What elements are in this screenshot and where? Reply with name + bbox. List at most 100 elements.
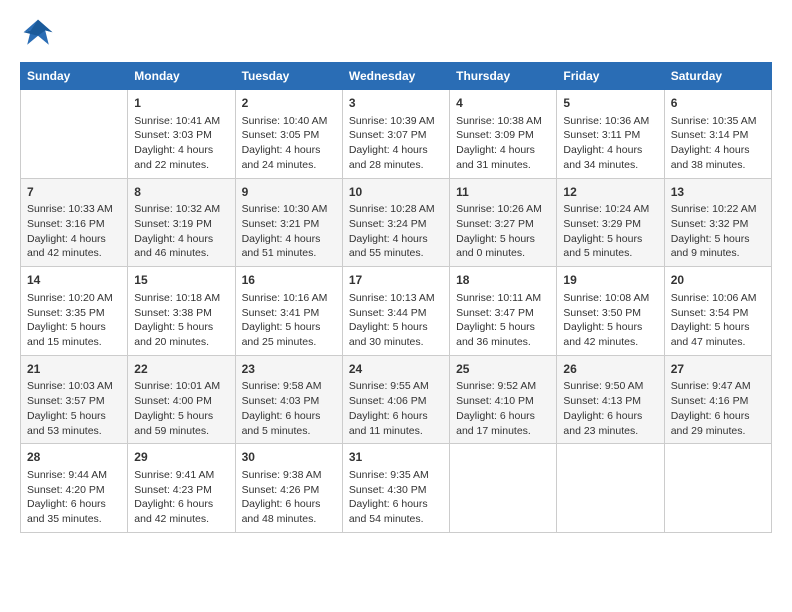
calendar-body: 1 Sunrise: 10:41 AMSunset: 3:03 PMDayligh… [21, 90, 772, 533]
day-number: 24 [349, 361, 443, 378]
calendar-cell: 28 Sunrise: 9:44 AMSunset: 4:20 PMDayligh… [21, 444, 128, 533]
day-info: Sunrise: 9:41 AMSunset: 4:23 PMDaylight:… [134, 468, 228, 527]
calendar-cell: 2 Sunrise: 10:40 AMSunset: 3:05 PMDayligh… [235, 90, 342, 179]
calendar-cell: 16Sunrise: 10:16 AMSunset: 3:41 PMDaylig… [235, 267, 342, 356]
day-info: Sunrise: 10:16 AMSunset: 3:41 PMDaylight… [242, 291, 336, 350]
calendar-cell: 24Sunrise: 9:55 AMSunset: 4:06 PMDayligh… [342, 355, 449, 444]
calendar-cell: 31 Sunrise: 9:35 AMSunset: 4:30 PMDayligh… [342, 444, 449, 533]
weekday-header-row: SundayMondayTuesdayWednesdayThursdayFrid… [21, 63, 772, 90]
day-number: 3 [349, 95, 443, 112]
calendar-cell: 18 Sunrise: 10:11 AMSunset: 3:47 PMDaylig… [450, 267, 557, 356]
day-info: Sunrise: 9:35 AMSunset: 4:30 PMDaylight:… [349, 468, 443, 527]
calendar-cell: 13Sunrise: 10:22 AMSunset: 3:32 PMDaylig… [664, 178, 771, 267]
weekday-header-cell: Thursday [450, 63, 557, 90]
day-number: 29 [134, 449, 228, 466]
day-number: 19 [563, 272, 657, 289]
day-info: Sunrise: 9:58 AMSunset: 4:03 PMDaylight:… [242, 379, 336, 438]
day-info: Sunrise: 10:06 AMSunset: 3:54 PMDaylight… [671, 291, 765, 350]
calendar-week-row: 21Sunrise: 10:03 AMSunset: 3:57 PMDaylig… [21, 355, 772, 444]
calendar-cell: 11Sunrise: 10:26 AMSunset: 3:27 PMDaylig… [450, 178, 557, 267]
calendar-cell: 20Sunrise: 10:06 AMSunset: 3:54 PMDaylig… [664, 267, 771, 356]
logo [20, 16, 60, 52]
weekday-header-cell: Wednesday [342, 63, 449, 90]
day-number: 11 [456, 184, 550, 201]
day-info: Sunrise: 9:38 AMSunset: 4:26 PMDaylight:… [242, 468, 336, 527]
day-info: Sunrise: 10:32 AMSunset: 3:19 PMDaylight… [134, 202, 228, 261]
day-info: Sunrise: 10:01 AMSunset: 4:00 PMDaylight… [134, 379, 228, 438]
calendar-cell: 14 Sunrise: 10:20 AMSunset: 3:35 PMDaylig… [21, 267, 128, 356]
day-info: Sunrise: 10:33 AMSunset: 3:16 PMDaylight… [27, 202, 121, 261]
calendar-cell: 1 Sunrise: 10:41 AMSunset: 3:03 PMDayligh… [128, 90, 235, 179]
day-info: Sunrise: 9:47 AMSunset: 4:16 PMDaylight:… [671, 379, 765, 438]
day-number: 9 [242, 184, 336, 201]
calendar-table: SundayMondayTuesdayWednesdayThursdayFrid… [20, 62, 772, 533]
day-number: 15 [134, 272, 228, 289]
day-number: 8 [134, 184, 228, 201]
day-info: Sunrise: 9:44 AMSunset: 4:20 PMDaylight:… [27, 468, 121, 527]
day-info: Sunrise: 10:20 AMSunset: 3:35 PMDaylight… [27, 291, 121, 350]
calendar-cell: 17 Sunrise: 10:13 AMSunset: 3:44 PMDaylig… [342, 267, 449, 356]
day-info: Sunrise: 10:08 AMSunset: 3:50 PMDaylight… [563, 291, 657, 350]
calendar-week-row: 7Sunrise: 10:33 AMSunset: 3:16 PMDayligh… [21, 178, 772, 267]
calendar-cell: 23Sunrise: 9:58 AMSunset: 4:03 PMDayligh… [235, 355, 342, 444]
day-info: Sunrise: 10:13 AMSunset: 3:44 PMDaylight… [349, 291, 443, 350]
calendar-cell: 30 Sunrise: 9:38 AMSunset: 4:26 PMDayligh… [235, 444, 342, 533]
day-info: Sunrise: 10:24 AMSunset: 3:29 PMDaylight… [563, 202, 657, 261]
weekday-header-cell: Friday [557, 63, 664, 90]
day-info: Sunrise: 10:03 AMSunset: 3:57 PMDaylight… [27, 379, 121, 438]
day-info: Sunrise: 9:55 AMSunset: 4:06 PMDaylight:… [349, 379, 443, 438]
day-number: 28 [27, 449, 121, 466]
calendar-cell: 25Sunrise: 9:52 AMSunset: 4:10 PMDayligh… [450, 355, 557, 444]
calendar-cell: 29 Sunrise: 9:41 AMSunset: 4:23 PMDayligh… [128, 444, 235, 533]
day-number: 5 [563, 95, 657, 112]
day-number: 1 [134, 95, 228, 112]
day-info: Sunrise: 10:39 AMSunset: 3:07 PMDaylight… [349, 114, 443, 173]
day-number: 14 [27, 272, 121, 289]
day-number: 10 [349, 184, 443, 201]
day-number: 25 [456, 361, 550, 378]
day-info: Sunrise: 10:22 AMSunset: 3:32 PMDaylight… [671, 202, 765, 261]
calendar-week-row: 14 Sunrise: 10:20 AMSunset: 3:35 PMDaylig… [21, 267, 772, 356]
calendar-cell: 22Sunrise: 10:01 AMSunset: 4:00 PMDaylig… [128, 355, 235, 444]
calendar-cell: 6 Sunrise: 10:35 AMSunset: 3:14 PMDayligh… [664, 90, 771, 179]
calendar-cell: 4 Sunrise: 10:38 AMSunset: 3:09 PMDayligh… [450, 90, 557, 179]
day-number: 17 [349, 272, 443, 289]
day-info: Sunrise: 10:35 AMSunset: 3:14 PMDaylight… [671, 114, 765, 173]
day-info: Sunrise: 9:50 AMSunset: 4:13 PMDaylight:… [563, 379, 657, 438]
day-info: Sunrise: 10:11 AMSunset: 3:47 PMDaylight… [456, 291, 550, 350]
day-number: 6 [671, 95, 765, 112]
calendar-cell: 3 Sunrise: 10:39 AMSunset: 3:07 PMDayligh… [342, 90, 449, 179]
calendar-cell [450, 444, 557, 533]
day-number: 27 [671, 361, 765, 378]
weekday-header-cell: Tuesday [235, 63, 342, 90]
header [20, 16, 772, 52]
day-number: 21 [27, 361, 121, 378]
day-number: 12 [563, 184, 657, 201]
day-info: Sunrise: 10:18 AMSunset: 3:38 PMDaylight… [134, 291, 228, 350]
day-info: Sunrise: 10:28 AMSunset: 3:24 PMDaylight… [349, 202, 443, 261]
calendar-week-row: 28 Sunrise: 9:44 AMSunset: 4:20 PMDayligh… [21, 444, 772, 533]
day-number: 4 [456, 95, 550, 112]
day-info: Sunrise: 10:41 AMSunset: 3:03 PMDaylight… [134, 114, 228, 173]
day-info: Sunrise: 10:38 AMSunset: 3:09 PMDaylight… [456, 114, 550, 173]
calendar-cell: 15 Sunrise: 10:18 AMSunset: 3:38 PMDaylig… [128, 267, 235, 356]
day-info: Sunrise: 10:30 AMSunset: 3:21 PMDaylight… [242, 202, 336, 261]
weekday-header-cell: Sunday [21, 63, 128, 90]
weekday-header-cell: Saturday [664, 63, 771, 90]
day-number: 30 [242, 449, 336, 466]
day-number: 22 [134, 361, 228, 378]
day-number: 31 [349, 449, 443, 466]
day-info: Sunrise: 9:52 AMSunset: 4:10 PMDaylight:… [456, 379, 550, 438]
calendar-cell: 8Sunrise: 10:32 AMSunset: 3:19 PMDayligh… [128, 178, 235, 267]
calendar-cell: 27Sunrise: 9:47 AMSunset: 4:16 PMDayligh… [664, 355, 771, 444]
calendar-cell: 10Sunrise: 10:28 AMSunset: 3:24 PMDaylig… [342, 178, 449, 267]
calendar-cell [557, 444, 664, 533]
day-number: 2 [242, 95, 336, 112]
day-number: 7 [27, 184, 121, 201]
calendar-week-row: 1 Sunrise: 10:41 AMSunset: 3:03 PMDayligh… [21, 90, 772, 179]
calendar-cell: 21Sunrise: 10:03 AMSunset: 3:57 PMDaylig… [21, 355, 128, 444]
day-number: 18 [456, 272, 550, 289]
day-info: Sunrise: 10:40 AMSunset: 3:05 PMDaylight… [242, 114, 336, 173]
day-number: 23 [242, 361, 336, 378]
calendar-cell: 5Sunrise: 10:36 AMSunset: 3:11 PMDayligh… [557, 90, 664, 179]
